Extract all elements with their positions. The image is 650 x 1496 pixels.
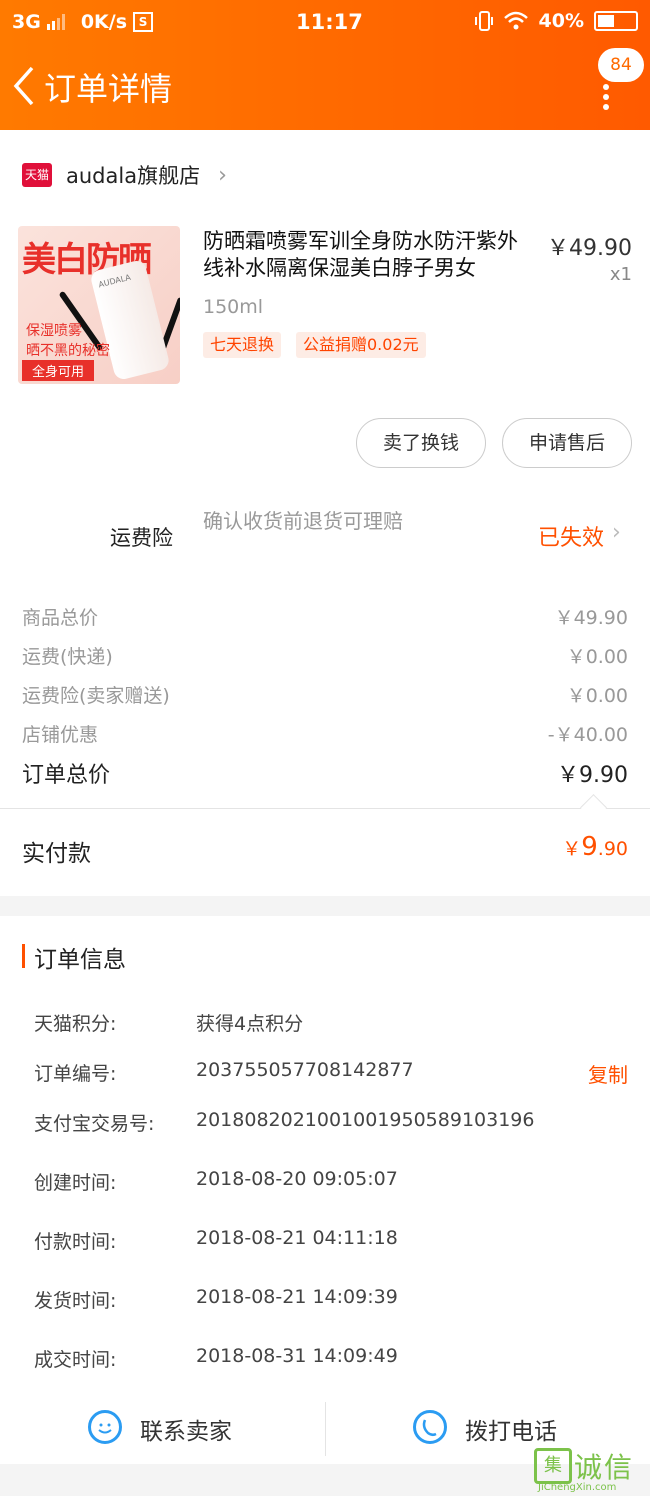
- header: 3G 0K/s S 11:17 40% 订单详情 84: [0, 0, 650, 130]
- info-value-shipped: 2018-08-21 14:09:39: [196, 1286, 398, 1308]
- paid-dec: .90: [597, 838, 628, 860]
- network-type: 3G: [12, 11, 41, 33]
- product-spec: 150ml: [203, 296, 264, 318]
- order-info-card: [0, 916, 650, 1394]
- info-label-shipped: 发货时间:: [34, 1290, 117, 1312]
- vibrate-icon: [474, 11, 493, 31]
- status-left: 3G 0K/s S: [12, 11, 154, 33]
- product-image-brand: AUDALA: [97, 272, 132, 290]
- clock: 11:17: [296, 10, 363, 34]
- watermark-logo: 集 诚信 JiChengXin.com: [528, 1444, 650, 1496]
- paid-amount: ￥9.90: [562, 832, 628, 862]
- info-label-completed: 成交时间:: [34, 1349, 117, 1371]
- copy-button[interactable]: 复制: [588, 1059, 628, 1088]
- more-menu-icon[interactable]: [594, 82, 618, 112]
- info-value-points: 获得4点积分: [196, 1013, 304, 1035]
- shipping-insurance-value: ￥0.00: [566, 685, 628, 707]
- order-info-heading: 订单信息: [34, 947, 126, 973]
- goods-total-value: ￥49.90: [554, 607, 628, 629]
- paid-int: 9: [581, 832, 598, 862]
- goods-total-label: 商品总价: [22, 607, 99, 629]
- back-arrow-icon[interactable]: [8, 62, 48, 110]
- product-image-line1: 保湿喷雾: [26, 323, 82, 339]
- info-value-paid-time: 2018-08-21 04:11:18: [196, 1227, 398, 1249]
- tmall-logo: 天猫: [22, 163, 52, 187]
- product-price: ￥49.90: [547, 236, 632, 261]
- divider: [325, 1402, 326, 1456]
- paid-currency: ￥: [562, 838, 582, 860]
- info-label-points: 天猫积分:: [34, 1013, 117, 1035]
- store-discount-label: 店铺优惠: [22, 724, 99, 746]
- battery-icon: [594, 11, 638, 31]
- shipping-value: ￥0.00: [566, 646, 628, 668]
- watermark-text: 诚信: [574, 1451, 635, 1484]
- call-button[interactable]: 拨打电话: [465, 1412, 557, 1446]
- product-quantity: x1: [609, 264, 632, 285]
- watermark-url: JiChengXin.com: [538, 1482, 617, 1493]
- insurance-status[interactable]: 已失效: [538, 520, 604, 552]
- tag-charity: 公益捐赠0.02元: [296, 332, 426, 358]
- chevron-right-icon: ›: [218, 162, 227, 188]
- watermark-box: 集: [534, 1448, 572, 1484]
- shop-name: audala旗舰店: [66, 164, 201, 188]
- phone-handset-icon: [422, 1419, 437, 1437]
- wifi-icon: [503, 11, 528, 30]
- chat-face-icon: [98, 1423, 112, 1434]
- battery-percent: 40%: [538, 10, 584, 32]
- insurance-label: 运费险: [110, 526, 173, 550]
- info-label-created: 创建时间:: [34, 1172, 117, 1194]
- info-value-completed: 2018-08-31 14:09:49: [196, 1345, 398, 1367]
- product-image-line2: 晒不黑的秘密: [26, 343, 110, 359]
- product-image-badge: 全身可用: [22, 360, 95, 381]
- tag-return-policy: 七天退换: [203, 332, 282, 358]
- after-sale-button[interactable]: 申请售后: [502, 418, 632, 468]
- page-title: 订单详情: [44, 70, 173, 108]
- order-total-label: 订单总价: [22, 763, 111, 788]
- info-label-paid-time: 付款时间:: [34, 1231, 117, 1253]
- sell-button[interactable]: 卖了换钱: [356, 418, 486, 468]
- info-value-alipay-id: 2018082021001001950589103196: [196, 1109, 535, 1131]
- shipping-insurance-label: 运费险(卖家赠送): [22, 685, 170, 707]
- contact-seller-button[interactable]: 联系卖家: [140, 1412, 232, 1446]
- status-right: 40%: [474, 10, 638, 32]
- s-icon: S: [133, 12, 154, 32]
- chevron-right-icon[interactable]: ›: [612, 520, 621, 545]
- status-bar: 3G 0K/s S 11:17 40%: [0, 0, 650, 44]
- phone-icon[interactable]: [413, 1410, 447, 1444]
- net-speed: 0K/s: [80, 11, 128, 33]
- insurance-description: 确认收货前退货可理赔: [203, 509, 403, 533]
- product-bottle: AUDALA: [89, 258, 171, 382]
- product-title[interactable]: 防晒霜喷雾军训全身防水防汗紫外线补水隔离保湿美白脖子男女: [203, 228, 533, 282]
- message-badge[interactable]: 84: [598, 48, 644, 82]
- shop-row[interactable]: 天猫 audala旗舰店 ›: [22, 160, 227, 190]
- shipping-label: 运费(快递): [22, 646, 113, 668]
- section-marker: [22, 944, 25, 968]
- product-image[interactable]: 美白防晒 AUDALA 保湿喷雾 晒不黑的秘密 全身可用: [18, 226, 180, 384]
- info-value-created: 2018-08-20 09:05:07: [196, 1168, 398, 1190]
- order-total-value: ￥9.90: [557, 763, 628, 788]
- divider: [0, 808, 650, 809]
- chat-icon[interactable]: [88, 1410, 122, 1444]
- info-label-order-number: 订单编号:: [34, 1063, 117, 1085]
- signal-icon: [46, 14, 65, 30]
- info-label-alipay-id: 支付宝交易号:: [34, 1113, 155, 1135]
- paid-label: 实付款: [22, 841, 91, 867]
- info-value-order-number: 203755057708142877: [196, 1059, 414, 1081]
- store-discount-value: -￥40.00: [547, 724, 628, 746]
